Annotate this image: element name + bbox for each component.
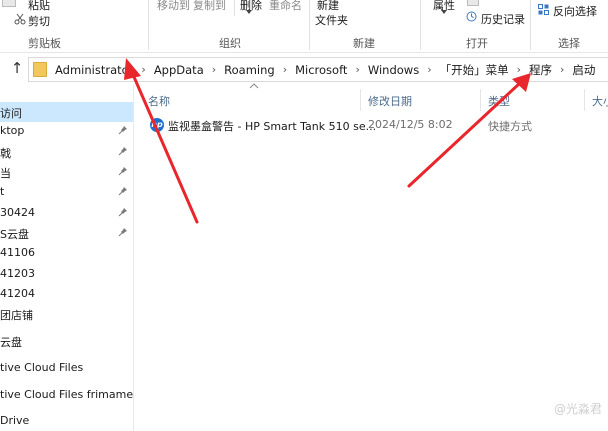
pin-icon: [118, 187, 127, 196]
breadcrumb-chevron-icon[interactable]: ›: [423, 63, 435, 76]
nav-item-label: 戟: [0, 147, 11, 160]
breadcrumb-chevron-icon[interactable]: ›: [351, 63, 363, 76]
clipboard-group-label: 剪贴板: [28, 37, 61, 50]
cut-button[interactable]: 剪切: [28, 13, 50, 29]
sort-ascending-icon: [248, 82, 260, 92]
nav-item[interactable]: S云盘: [0, 223, 133, 243]
column-divider[interactable]: [480, 89, 481, 111]
nav-item-label: 41203: [0, 267, 35, 280]
nav-item-label: 当: [0, 167, 11, 180]
new-folder-button[interactable]: 文件夹: [315, 12, 348, 28]
breadcrumb-chevron-icon[interactable]: ›: [208, 63, 220, 76]
breadcrumb-chevron-icon[interactable]: ›: [556, 63, 568, 76]
nav-item-quick-access[interactable]: 访问: [0, 102, 133, 122]
breadcrumb-chevron-icon[interactable]: ›: [513, 63, 525, 76]
nav-item[interactable]: 云盘: [0, 331, 133, 351]
file-list: 名称 修改日期 类型 大小 hp 监视墨盒警告 - HP Smart Tank …: [134, 82, 608, 431]
nav-item[interactable]: 当: [0, 162, 133, 182]
ribbon-separator: [420, 0, 421, 50]
column-divider[interactable]: [360, 89, 361, 111]
nav-item-label: 访问: [0, 107, 22, 120]
invert-selection-icon: [538, 4, 549, 15]
nav-item-label: Drive: [0, 414, 30, 427]
nav-item[interactable]: 41106: [0, 243, 133, 263]
column-header-date[interactable]: 修改日期: [368, 93, 412, 109]
nav-item-label: t: [0, 185, 5, 198]
column-divider[interactable]: [584, 89, 585, 111]
breadcrumb-item[interactable]: Microsoft: [291, 63, 351, 77]
pin-icon: [118, 208, 127, 217]
invert-selection-button[interactable]: 反向选择: [553, 3, 597, 19]
breadcrumb-item[interactable]: 程序: [525, 62, 556, 78]
column-header-type[interactable]: 类型: [488, 93, 510, 109]
nav-item-label: tive Cloud Files: [0, 361, 84, 374]
pin-icon: [118, 147, 127, 156]
breadcrumb-item[interactable]: Roaming: [220, 63, 279, 77]
organize-group-label: 组织: [219, 37, 241, 50]
address-box[interactable]: Administrator › AppData › Roaming › Micr…: [28, 57, 608, 82]
navigation-pane: 访问 ktop 戟 当 t 30424 S云盘 41106 41203 4120…: [0, 85, 134, 431]
paste-button[interactable]: 粘贴: [28, 0, 50, 13]
nav-item-label: 41204: [0, 287, 35, 300]
breadcrumb-item[interactable]: AppData: [150, 63, 208, 77]
open-group-label: 打开: [466, 37, 488, 50]
breadcrumb-item-current[interactable]: 启动: [568, 62, 599, 78]
nav-item[interactable]: ktop: [0, 121, 133, 141]
breadcrumb-chevron-icon[interactable]: ›: [279, 63, 291, 76]
cut-icon: [14, 13, 26, 25]
nav-item-label: 41106: [0, 246, 35, 259]
nav-item-label: 云盘: [0, 336, 22, 349]
nav-item[interactable]: 41203: [0, 264, 133, 284]
breadcrumb: Administrator › AppData › Roaming › Micr…: [51, 58, 599, 81]
column-header-name[interactable]: 名称: [148, 93, 170, 109]
folder-icon: [33, 62, 47, 77]
breadcrumb-chevron-icon[interactable]: ›: [137, 63, 149, 76]
nav-item[interactable]: 团店铺: [0, 304, 133, 324]
paste-icon: [2, 0, 16, 7]
breadcrumb-item[interactable]: Windows: [364, 63, 423, 77]
new-group-label: 新建: [353, 37, 375, 50]
file-modified-date: 2024/12/5 8:02: [368, 118, 453, 131]
nav-item[interactable]: t: [0, 182, 133, 202]
file-row[interactable]: hp 监视墨盒警告 - HP Smart Tank 510 se... 2024…: [146, 115, 601, 135]
pin-icon: [118, 228, 127, 237]
copy-to-button[interactable]: 复制到: [193, 0, 226, 13]
history-button[interactable]: 历史记录: [481, 11, 525, 27]
nav-item[interactable]: tive Cloud Files: [0, 358, 133, 378]
nav-item-label: S云盘: [0, 228, 29, 241]
nav-item[interactable]: 30424: [0, 203, 133, 223]
watermark: @光淼君: [553, 402, 602, 416]
nav-item-label: 30424: [0, 206, 35, 219]
nav-item-label: ktop: [0, 124, 25, 137]
rename-button[interactable]: 重命名: [269, 0, 302, 13]
nav-item[interactable]: tive Cloud Files frimamentC: [0, 385, 133, 405]
pin-icon: [118, 126, 127, 135]
ribbon-separator: [530, 0, 531, 50]
nav-item-label: tive Cloud Files frimamentC: [0, 388, 134, 401]
nav-item[interactable]: 41204: [0, 284, 133, 304]
ribbon-separator: [148, 0, 149, 50]
pin-icon: [118, 167, 127, 176]
nav-item-label: 团店铺: [0, 309, 33, 322]
history-icon: [466, 11, 477, 22]
edit-icon: [467, 0, 479, 6]
up-arrow-icon[interactable]: ↑: [8, 59, 26, 77]
nav-item[interactable]: 戟: [0, 142, 133, 162]
select-group-label: 选择: [558, 37, 580, 50]
ribbon-separator: [309, 0, 310, 50]
address-bar: ↑ Administrator › AppData › Roaming › Mi…: [0, 53, 608, 84]
breadcrumb-item[interactable]: 「开始」菜单: [436, 62, 513, 78]
delete-dropdown-icon[interactable]: [246, 10, 252, 14]
file-type: 快捷方式: [488, 120, 532, 133]
file-name: 监视墨盒警告 - HP Smart Tank 510 se...: [168, 120, 377, 133]
nav-item[interactable]: Drive: [0, 411, 133, 431]
properties-dropdown-icon[interactable]: [441, 10, 447, 14]
hp-icon: hp: [150, 118, 164, 132]
ribbon: 粘贴 剪切 剪贴板 移动到 复制到 删除 重命名 组织 新建 文件夹 新建 属性…: [0, 0, 608, 53]
move-to-button[interactable]: 移动到: [157, 0, 190, 13]
breadcrumb-item[interactable]: Administrator: [51, 63, 137, 77]
ribbon-separator: [234, 0, 235, 16]
column-header-size[interactable]: 大小: [592, 93, 608, 109]
